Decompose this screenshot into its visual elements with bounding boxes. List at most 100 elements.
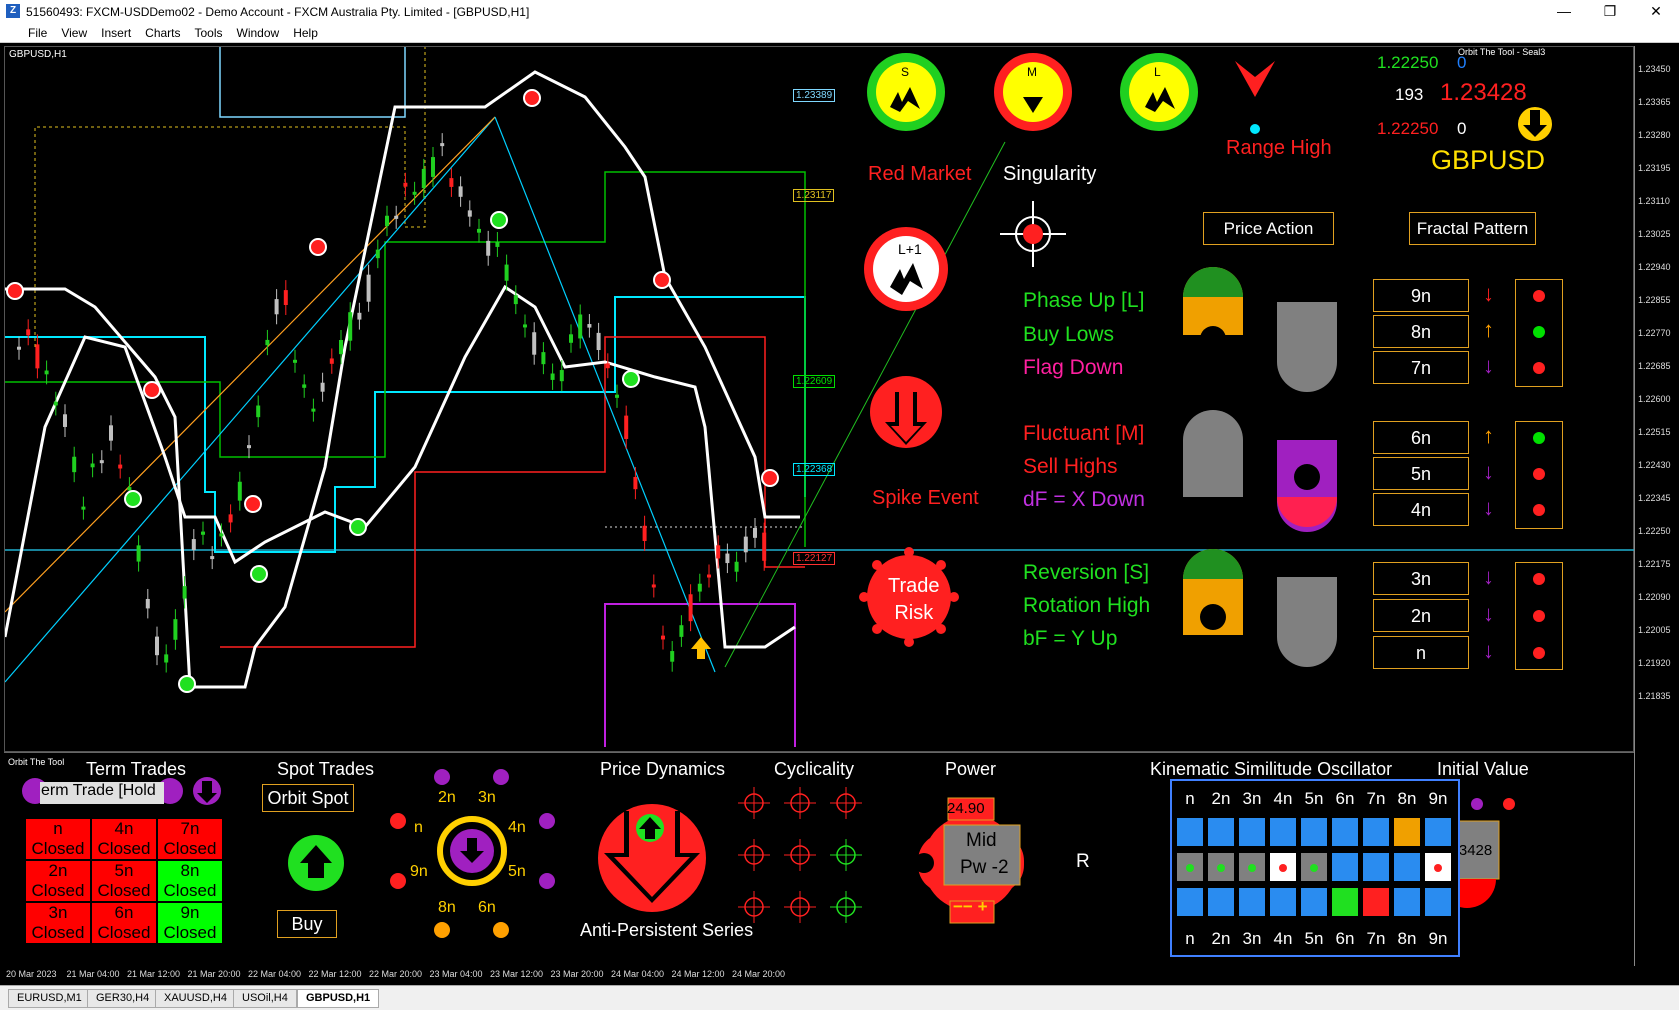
term-trade-cell[interactable]: n Closed	[25, 818, 91, 860]
n-box-9n[interactable]: 9n	[1373, 279, 1469, 312]
term-trade-cell[interactable]: 8n Closed	[157, 860, 223, 902]
n-box-4n[interactable]: 4n	[1373, 493, 1469, 526]
term-trade-cell[interactable]: 7n Closed	[157, 818, 223, 860]
tab-usoil[interactable]: USOil,H4	[233, 989, 297, 1008]
term-trade-cell[interactable]: 3n Closed	[25, 902, 91, 944]
menu-help[interactable]: Help	[293, 26, 318, 40]
time-tick: 24 Mar 04:00	[611, 969, 665, 979]
cyclicality-target-icon	[784, 839, 816, 871]
cyclicality-target-icon	[784, 891, 816, 923]
n-status-dot	[1533, 326, 1545, 338]
power-minus-plus: −− +	[953, 897, 988, 916]
time-tick: 20 Mar 2023	[6, 969, 57, 979]
price-tick: 1.23025	[1638, 229, 1671, 239]
cell-level: 7n	[180, 819, 200, 838]
bf-label: bF = Y Up	[1023, 627, 1118, 650]
menu-view[interactable]: View	[61, 26, 87, 40]
n-box-3n[interactable]: 3n	[1373, 562, 1469, 595]
singularity-label: Singularity	[1003, 163, 1097, 185]
menu-tools[interactable]: Tools	[195, 26, 223, 40]
cyclicality-target-icon	[738, 891, 770, 923]
reversion-label: Reversion [S]	[1023, 561, 1150, 584]
orbit-spot-button[interactable]: Orbit Spot	[262, 784, 354, 812]
time-tick: 22 Mar 12:00	[308, 969, 362, 979]
menu-bar: File View Insert Charts Tools Window Hel…	[0, 23, 1679, 43]
buy-button[interactable]: Buy	[277, 910, 337, 938]
kso-footer: 3n	[1238, 923, 1266, 953]
restore-button[interactable]: ❐	[1587, 0, 1633, 23]
n-arrow-icon: ↓	[1483, 495, 1494, 520]
kso-footer: 7n	[1362, 923, 1390, 953]
cyclicality-target-icon	[830, 891, 862, 923]
menu-insert[interactable]: Insert	[101, 26, 131, 40]
n-box-n[interactable]: n	[1373, 636, 1469, 669]
spot-trades-title: Spot Trades	[277, 759, 375, 779]
kso-cell	[1331, 817, 1359, 847]
bid-price: 1.22250	[1377, 53, 1439, 72]
symbol-label: GBPUSD	[1431, 145, 1546, 175]
price-tick: 1.22090	[1638, 592, 1671, 602]
kso-footer: 4n	[1269, 923, 1297, 953]
kso-cell	[1238, 852, 1266, 882]
term-trade-cell[interactable]: 2n Closed	[25, 860, 91, 902]
n-status-dot	[1533, 573, 1545, 585]
tab-gbpusd[interactable]: GBPUSD,H1	[297, 989, 380, 1008]
close-button[interactable]: ✕	[1633, 0, 1679, 23]
menu-file[interactable]: File	[28, 26, 47, 40]
orbit-label-n: n	[414, 819, 423, 836]
price-action-button[interactable]: Price Action	[1203, 212, 1334, 245]
price-tick: 1.22770	[1638, 328, 1671, 338]
price-tick: 1.23365	[1638, 97, 1671, 107]
n-status-dot	[1533, 362, 1545, 374]
kso-header: 5n	[1300, 783, 1328, 813]
power-value: 24.90	[947, 800, 985, 817]
n-arrow-icon: ↓	[1483, 459, 1494, 484]
price-tick: 1.22345	[1638, 493, 1671, 503]
kso-header: 4n	[1269, 783, 1297, 813]
menu-window[interactable]: Window	[237, 26, 280, 40]
n-box-7n[interactable]: 7n	[1373, 351, 1469, 384]
l-plus-one-label: L+1	[898, 241, 922, 257]
term-trade-cell[interactable]: 6n Closed	[91, 902, 157, 944]
n-box-2n[interactable]: 2n	[1373, 599, 1469, 632]
n-box-6n[interactable]: 6n	[1373, 421, 1469, 454]
price-tick: 1.22430	[1638, 460, 1671, 470]
time-tick: 24 Mar 12:00	[671, 969, 725, 979]
kso-cell	[1393, 852, 1421, 882]
kso-cell	[1424, 852, 1452, 882]
kso-footer: 6n	[1331, 923, 1359, 953]
term-trade-field[interactable]: erm Trade [Hold	[40, 782, 164, 804]
n-status-dot	[1533, 290, 1545, 302]
orbit-label-2n: 2n	[438, 789, 456, 806]
kso-footer: n	[1176, 923, 1204, 953]
kso-cell	[1269, 817, 1297, 847]
orbit-label-6n: 6n	[478, 899, 496, 916]
df-label: dF = X Down	[1023, 488, 1145, 511]
n-box-5n[interactable]: 5n	[1373, 457, 1469, 490]
price-tick: 1.23280	[1638, 130, 1671, 140]
trade-risk-label: Trade Risk	[888, 573, 940, 627]
cyclicality-target-icon	[738, 839, 770, 871]
menu-charts[interactable]: Charts	[145, 26, 180, 40]
kso-r-label[interactable]: R	[1076, 851, 1090, 873]
tab-xauusd[interactable]: XAUUSD,H4	[155, 989, 236, 1008]
cell-level: 3n	[48, 903, 68, 922]
price-chart[interactable]: GBPUSD,H1 1.23389 1.23117 1.22609 1.2236…	[4, 46, 1635, 752]
price-tick: 1.22005	[1638, 625, 1671, 635]
kso-cell	[1176, 817, 1204, 847]
cell-status: Closed	[163, 881, 217, 900]
term-trade-cell[interactable]: 5n Closed	[91, 860, 157, 902]
term-trade-cell[interactable]: 9n Closed	[157, 902, 223, 944]
n-arrow-icon: ↓	[1483, 281, 1494, 306]
tab-eurusd[interactable]: EURUSD,M1	[8, 989, 91, 1008]
kso-header: n	[1176, 783, 1204, 813]
n-box-8n[interactable]: 8n	[1373, 315, 1469, 348]
orbit-label-9n: 9n	[410, 863, 428, 880]
kso-cell	[1362, 852, 1390, 882]
fractal-pattern-button[interactable]: Fractal Pattern	[1409, 212, 1536, 245]
kso-cell	[1393, 887, 1421, 917]
term-trade-cell[interactable]: 4n Closed	[91, 818, 157, 860]
tab-ger30[interactable]: GER30,H4	[87, 989, 159, 1008]
current-price: 1.23428	[1440, 79, 1527, 106]
minimize-button[interactable]: —	[1541, 0, 1587, 23]
